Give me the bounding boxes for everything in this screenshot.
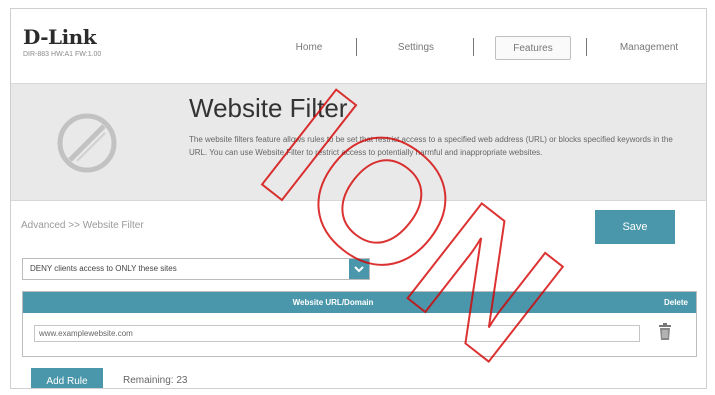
website-filter-table: Website URL/Domain Delete www.exampleweb… xyxy=(22,291,697,357)
nav-features[interactable]: Features xyxy=(495,36,571,60)
page-description: The website filters feature allows rules… xyxy=(189,135,673,157)
url-input[interactable]: www.examplewebsite.com xyxy=(34,325,640,342)
remaining-count: Remaining: 23 xyxy=(123,375,188,386)
nav-separator xyxy=(356,38,357,56)
device-model-label: DIR-883 HW:A1 FW:1.00 xyxy=(23,51,102,58)
filter-blocked-icon xyxy=(57,113,117,173)
filter-mode-select[interactable]: DENY clients access to ONLY these sites xyxy=(22,258,370,280)
chevron-down-icon[interactable] xyxy=(349,259,369,279)
page-title: Website Filter xyxy=(189,93,348,123)
column-header-delete: Delete xyxy=(663,298,688,307)
dlink-logo: D-Link xyxy=(23,25,97,49)
nav-home[interactable]: Home xyxy=(279,36,339,60)
nav-management[interactable]: Management xyxy=(607,36,691,60)
nav-settings[interactable]: Settings xyxy=(381,36,451,60)
column-header-url: Website URL/Domain xyxy=(292,298,374,307)
nav-separator xyxy=(586,38,587,56)
filter-mode-value: DENY clients access to ONLY these sites xyxy=(30,264,177,273)
add-rule-button[interactable]: Add Rule xyxy=(31,368,103,388)
breadcrumb: Advanced >> Website Filter xyxy=(21,220,144,231)
page-banner: Website Filter The website filters featu… xyxy=(11,83,706,201)
trash-icon[interactable] xyxy=(658,323,672,341)
top-navigation-bar: D-Link DIR-883 HW:A1 FW:1.00 Home Settin… xyxy=(11,9,706,83)
save-button[interactable]: Save xyxy=(595,210,675,244)
table-header: Website URL/Domain Delete xyxy=(23,292,696,313)
router-admin-window: D-Link DIR-883 HW:A1 FW:1.00 Home Settin… xyxy=(10,8,707,389)
nav-separator xyxy=(473,38,474,56)
